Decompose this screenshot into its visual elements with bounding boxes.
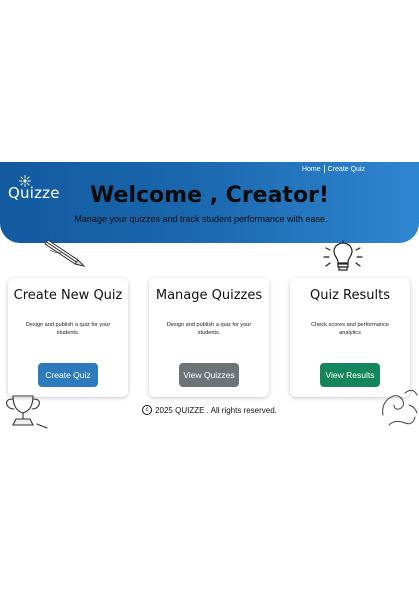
quiz-results-card: Quiz Results Check scores and performanc… (290, 278, 410, 397)
nav-home-link[interactable]: Home (302, 166, 321, 173)
card-title: Quiz Results (310, 288, 390, 303)
card-description: Design and publish a quiz for your stude… (25, 322, 111, 337)
page-subtitle: Manage your quizzes and track student pe… (74, 214, 328, 224)
nav-divider (323, 165, 325, 173)
card-description: Check scores and performance analytics (311, 322, 389, 337)
copyright-icon: c (142, 405, 153, 415)
create-quiz-button[interactable]: Create Quiz (38, 363, 98, 387)
manage-quizzes-card: Manage Quizzes Design and publish a quiz… (149, 278, 269, 397)
top-nav: Home Create Quiz (302, 165, 365, 173)
hero-banner: Quizze Home Create Quiz Welcome , Creato… (0, 162, 419, 243)
nav-create-quiz-link[interactable]: Create Quiz (328, 166, 365, 173)
card-title: Create New Quiz (13, 288, 123, 303)
lightbulb-doodle-icon (323, 240, 363, 271)
create-quiz-card: Create New Quiz Design and publish a qui… (8, 278, 128, 397)
footer: c 2025 QUIZZE . All rights reserved. (0, 405, 419, 415)
pencil-doodle-icon (44, 239, 86, 267)
view-results-button[interactable]: View Results (320, 363, 380, 387)
card-description: Design and publish a quiz for your stude… (166, 322, 252, 337)
card-title: Manage Quizzes (155, 288, 263, 303)
footer-text: 2025 QUIZZE . All rights reserved. (155, 405, 277, 415)
view-quizzes-button[interactable]: View Quizzes (179, 363, 239, 387)
page-title: Welcome , Creator! (90, 183, 329, 208)
